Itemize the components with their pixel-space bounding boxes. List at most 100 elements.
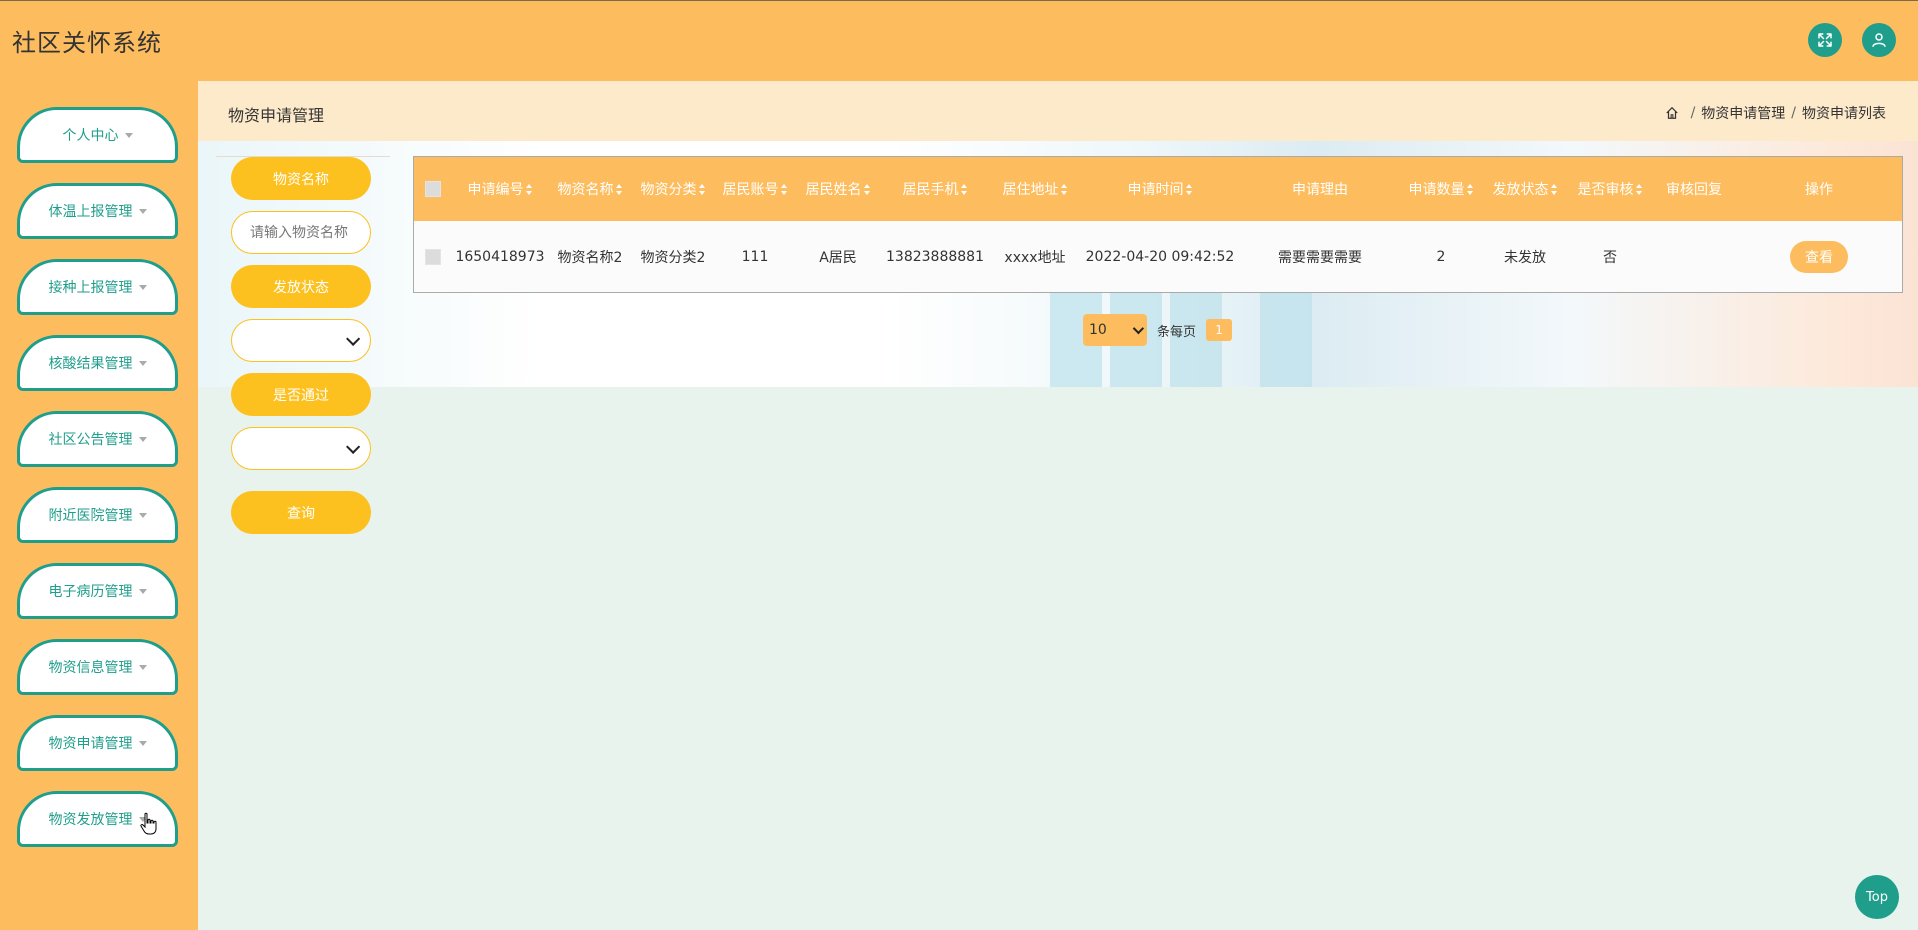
caret-down-icon <box>138 360 147 366</box>
page-size-value: 10 <box>1089 322 1107 338</box>
search-panel: 物资名称 发放状态 是否通过 查询 <box>216 156 390 586</box>
header-bar: 社区关怀系统 <box>0 0 1918 81</box>
caret-down-icon <box>124 132 133 138</box>
view-button[interactable]: 查看 <box>1790 240 1848 273</box>
col-header-resident-phone[interactable]: 居民手机 <box>880 157 990 221</box>
col-header-quantity[interactable]: 申请数量 <box>1400 157 1482 221</box>
main-content: 物资申请管理 / 物资申请管理 / 物资申请列表 物资名称 发放状态 是否通过 … <box>198 81 1918 930</box>
caret-down-icon <box>138 436 147 442</box>
header-label: 居民账号 <box>722 182 779 198</box>
supply-name-input[interactable] <box>231 211 371 254</box>
sidebar-item-notices[interactable]: 社区公告管理 <box>17 411 178 467</box>
row-checkbox[interactable] <box>425 248 441 265</box>
cell-review-reply <box>1652 221 1736 292</box>
header-label: 居民姓名 <box>805 182 862 198</box>
app-title: 社区关怀系统 <box>12 29 162 57</box>
query-button[interactable]: 查询 <box>231 491 371 534</box>
sidebar-item-hospitals[interactable]: 附近医院管理 <box>17 487 178 543</box>
breadcrumb: / 物资申请管理 / 物资申请列表 <box>1665 103 1886 123</box>
cell-supply-category: 物资分类2 <box>640 249 706 266</box>
cell-resident-account: 111 <box>741 248 769 265</box>
header-label: 是否审核 <box>1577 182 1634 198</box>
breadcrumb-separator: / <box>1690 105 1696 121</box>
page-size-select[interactable]: 10 <box>1083 314 1147 346</box>
sort-icon <box>960 183 968 195</box>
select-all-cell <box>414 157 452 221</box>
sidebar-item-nucleic-acid[interactable]: 核酸结果管理 <box>17 335 178 391</box>
breadcrumb-item: 物资申请列表 <box>1802 106 1886 122</box>
col-header-address[interactable]: 居住地址 <box>990 157 1080 221</box>
sidebar-item-label: 物资发放管理 <box>48 812 133 828</box>
col-header-resident-account[interactable]: 居民账号 <box>714 157 796 221</box>
sort-icon <box>1060 183 1068 195</box>
caret-down-icon <box>138 740 147 746</box>
page-topbar: 物资申请管理 / 物资申请管理 / 物资申请列表 <box>198 81 1918 141</box>
table-header: 申请编号 物资名称 物资分类 居民账号 居民姓名 居民手机 居住地址 申请时间 … <box>414 157 1902 221</box>
cell-actions: 查看 <box>1736 221 1902 292</box>
breadcrumb-item[interactable]: 物资申请管理 <box>1701 103 1785 123</box>
col-header-supply-name[interactable]: 物资名称 <box>548 157 632 221</box>
sidebar-item-personal-center[interactable]: 个人中心 <box>17 107 178 163</box>
col-header-resident-name[interactable]: 居民姓名 <box>796 157 880 221</box>
header-label: 申请编号 <box>467 182 524 198</box>
caret-down-icon <box>138 284 147 290</box>
caret-down-icon <box>138 208 147 214</box>
cell-distribution-status: 未发放 <box>1504 249 1546 266</box>
cell-reviewed: 否 <box>1603 249 1617 266</box>
sidebar-item-label: 核酸结果管理 <box>48 356 133 372</box>
supply-name-label: 物资名称 <box>231 157 371 200</box>
col-header-distribution-status[interactable]: 发放状态 <box>1482 157 1568 221</box>
select-all-checkbox[interactable] <box>425 181 441 197</box>
sidebar-item-temperature[interactable]: 体温上报管理 <box>17 183 178 239</box>
header-label: 审核回复 <box>1666 182 1722 198</box>
sort-icon <box>1635 183 1643 195</box>
chevron-down-icon <box>346 331 361 346</box>
col-header-reviewed[interactable]: 是否审核 <box>1568 157 1652 221</box>
user-button[interactable] <box>1862 23 1896 57</box>
header-label: 申请时间 <box>1127 182 1184 198</box>
cell-quantity: 2 <box>1436 248 1446 265</box>
sidebar-item-medical-records[interactable]: 电子病历管理 <box>17 563 178 619</box>
sidebar-item-vaccination[interactable]: 接种上报管理 <box>17 259 178 315</box>
fullscreen-button[interactable] <box>1808 23 1842 57</box>
per-page-label: 条每页 <box>1157 324 1197 340</box>
sidebar-item-label: 物资申请管理 <box>48 736 133 752</box>
sidebar-item-label: 接种上报管理 <box>48 280 133 296</box>
sidebar-item-label: 物资信息管理 <box>48 660 133 676</box>
caret-down-icon <box>138 664 147 670</box>
caret-down-icon <box>138 512 147 518</box>
home-icon[interactable] <box>1665 106 1679 120</box>
cell-resident-phone: 13823888881 <box>886 248 984 265</box>
cell-reason: 需要需要需要 <box>1278 249 1362 266</box>
cell-application-time: 2022-04-20 09:42:52 <box>1085 248 1235 265</box>
page-title: 物资申请管理 <box>228 106 325 125</box>
sort-icon <box>698 183 706 195</box>
back-to-top-button[interactable]: Top <box>1855 875 1899 919</box>
sidebar-item-label: 个人中心 <box>62 128 119 144</box>
caret-down-icon <box>138 588 147 594</box>
page-number-button[interactable]: 1 <box>1206 319 1233 341</box>
approved-label: 是否通过 <box>231 373 371 416</box>
sidebar-item-supply-application[interactable]: 物资申请管理 <box>17 715 178 771</box>
col-header-application-no[interactable]: 申请编号 <box>452 157 548 221</box>
sidebar-item-supply-info[interactable]: 物资信息管理 <box>17 639 178 695</box>
col-header-reason: 申请理由 <box>1240 157 1400 221</box>
col-header-supply-category[interactable]: 物资分类 <box>632 157 714 221</box>
header-label: 发放状态 <box>1492 182 1549 198</box>
sort-icon <box>1466 183 1474 195</box>
chevron-down-icon <box>346 439 361 454</box>
pagination: 10 条每页 1 <box>1083 314 1233 346</box>
cell-address: xxxx地址 <box>1004 249 1066 266</box>
breadcrumb-separator: / <box>1791 105 1796 121</box>
sort-icon <box>1185 183 1193 195</box>
hand-cursor-icon <box>140 812 157 835</box>
expand-arrows-icon <box>1818 33 1832 47</box>
approved-select[interactable] <box>231 427 371 470</box>
sort-icon <box>863 183 871 195</box>
distribution-status-select[interactable] <box>231 319 371 362</box>
distribution-status-label: 发放状态 <box>231 265 371 308</box>
sidebar-item-label: 社区公告管理 <box>48 432 133 448</box>
col-header-actions: 操作 <box>1736 157 1902 221</box>
col-header-application-time[interactable]: 申请时间 <box>1080 157 1240 221</box>
sidebar-item-label: 电子病历管理 <box>48 584 133 600</box>
